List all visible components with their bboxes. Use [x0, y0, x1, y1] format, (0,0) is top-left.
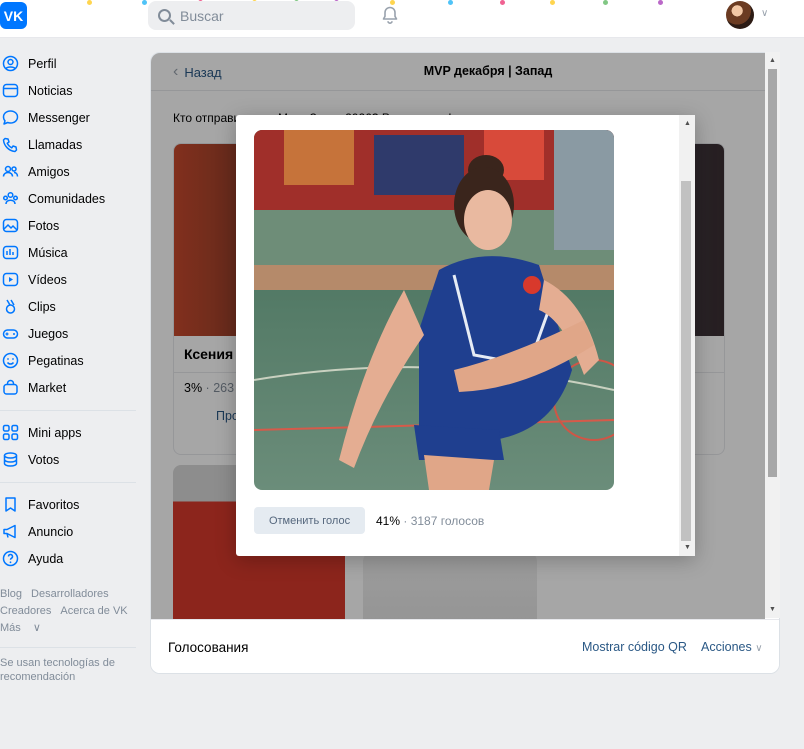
vote-count: 3187 голосов: [410, 514, 485, 528]
sidebar-item-market[interactable]: Market: [0, 374, 140, 401]
friends-icon: [2, 163, 19, 180]
sticker-icon: [2, 352, 19, 369]
chevron-down-icon: ∨: [32, 622, 41, 634]
bookmark-icon: [2, 496, 19, 513]
sidebar-item-label: Comunidades: [28, 191, 106, 206]
actions-dropdown[interactable]: Acciones ∨: [701, 640, 763, 654]
sidebar-item-votos[interactable]: Votos: [0, 446, 140, 473]
video-icon: [2, 271, 19, 288]
footer-title: Голосования: [168, 640, 249, 655]
sidebar-item-juegos[interactable]: Juegos: [0, 320, 140, 347]
footer-links: Blog Desarrolladores Creadores Acerca de V…: [0, 586, 140, 637]
chevron-down-icon: ∨: [755, 643, 763, 654]
actions-label: Acciones: [701, 640, 752, 654]
user-avatar[interactable]: [726, 1, 754, 29]
top-bar: VK Buscar ∨: [0, 0, 804, 38]
scrollbar-thumb[interactable]: [768, 69, 777, 477]
sidebar-item-label: Mini apps: [28, 425, 82, 440]
page-scrollbar[interactable]: ▲ ▼: [765, 52, 780, 618]
sidebar-item-label: Votos: [28, 452, 60, 467]
sidebar-item-label: Clips: [28, 299, 56, 314]
sidebar-item-label: Market: [28, 380, 67, 395]
sidebar-item-label: Fotos: [28, 218, 60, 233]
vote-stats: 41% · 3187 голосов: [376, 514, 484, 528]
music-icon: [2, 244, 19, 261]
bell-icon[interactable]: [380, 5, 400, 25]
candidate-photo-large: [254, 130, 614, 490]
link-about[interactable]: Acerca de VK: [60, 605, 127, 617]
search-icon: [158, 9, 171, 22]
coins-icon: [2, 451, 19, 468]
sidebar-item-favoritos[interactable]: Favoritos: [0, 491, 140, 518]
cancel-vote-button[interactable]: Отменить голос: [254, 507, 365, 534]
sidebar-item-label: Perfil: [28, 56, 57, 71]
recommendation-notice[interactable]: Se usan tecnologías de recomendación: [0, 656, 135, 684]
sidebar-item-fotos[interactable]: Fotos: [0, 212, 140, 239]
sidebar-item-llamadas[interactable]: Llamadas: [0, 131, 140, 158]
communities-icon: [2, 190, 19, 207]
divider: [0, 410, 136, 411]
user-circle-icon: [2, 55, 19, 72]
sidebar-item-label: Música: [28, 245, 68, 260]
photo-modal: Отменить голос 41% · 3187 голосов ▲ ▼: [236, 115, 695, 556]
sidebar-item-perfil[interactable]: Perfil: [0, 50, 140, 77]
sidebar-item-label: Amigos: [28, 164, 70, 179]
sidebar-item-pegatinas[interactable]: Pegatinas: [0, 347, 140, 374]
sidebar-item-label: Ayuda: [28, 551, 64, 566]
scroll-down-arrow[interactable]: ▼: [683, 543, 692, 552]
gamepad-icon: [2, 325, 19, 342]
link-more[interactable]: Más ∨: [0, 622, 50, 634]
vk-logo[interactable]: VK: [0, 2, 27, 29]
sidebar-item-label: Messenger: [28, 110, 90, 125]
question-icon: [2, 550, 19, 567]
search-placeholder: Buscar: [180, 7, 224, 24]
scroll-up-arrow[interactable]: ▲: [768, 56, 777, 65]
separator: ·: [400, 514, 411, 528]
sidebar-item-comunidades[interactable]: Comunidades: [0, 185, 140, 212]
sidebar-item-label: Favoritos: [28, 497, 80, 512]
sidebar-item-label: Llamadas: [28, 137, 83, 152]
phone-icon: [2, 136, 19, 153]
sidebar-item-label: Pegatinas: [28, 353, 84, 368]
grid-icon: [2, 424, 19, 441]
shopping-bag-icon: [2, 379, 19, 396]
sidebar-item-messenger[interactable]: Messenger: [0, 104, 140, 131]
search-input[interactable]: Buscar: [148, 1, 355, 30]
basketball-player-photo: [254, 130, 614, 490]
sidebar-item-label: Anuncio: [28, 524, 74, 539]
sidebar-item-mini-apps[interactable]: Mini apps: [0, 419, 140, 446]
sidebar-item-clips[interactable]: Clips: [0, 293, 140, 320]
scrollbar-thumb[interactable]: [681, 181, 691, 541]
scroll-up-arrow[interactable]: ▲: [683, 119, 692, 128]
link-creators[interactable]: Creadores: [0, 605, 51, 617]
sidebar-item-label: Vídeos: [28, 272, 67, 287]
post-footer: Голосования Mostrar código QR Acciones ∨: [151, 619, 779, 673]
sidebar-item-noticias[interactable]: Noticias: [0, 77, 140, 104]
sidebar-item-ayuda[interactable]: Ayuda: [0, 545, 140, 572]
sidebar-item-música[interactable]: Música: [0, 239, 140, 266]
sidebar-item-label: Noticias: [28, 83, 73, 98]
scroll-down-arrow[interactable]: ▼: [768, 605, 777, 614]
sidebar: Perfil Noticias Messenger Llamadas Amigos Com…: [0, 50, 140, 684]
link-blog[interactable]: Blog: [0, 588, 22, 600]
sidebar-item-amigos[interactable]: Amigos: [0, 158, 140, 185]
chevron-down-icon[interactable]: ∨: [761, 8, 768, 19]
megaphone-icon: [2, 523, 19, 540]
vote-percent: 41%: [376, 514, 401, 528]
photo-icon: [2, 217, 19, 234]
chat-bubble-icon: [2, 109, 19, 126]
modal-scrollbar[interactable]: ▲ ▼: [679, 115, 695, 556]
link-developers[interactable]: Desarrolladores: [31, 588, 109, 600]
sidebar-item-label: Juegos: [28, 326, 69, 341]
show-qr-link[interactable]: Mostrar código QR: [582, 640, 687, 654]
clips-icon: [2, 298, 19, 315]
divider: [0, 647, 136, 648]
sidebar-item-vídeos[interactable]: Vídeos: [0, 266, 140, 293]
sidebar-item-anuncio[interactable]: Anuncio: [0, 518, 140, 545]
newspaper-icon: [2, 82, 19, 99]
divider: [0, 482, 136, 483]
